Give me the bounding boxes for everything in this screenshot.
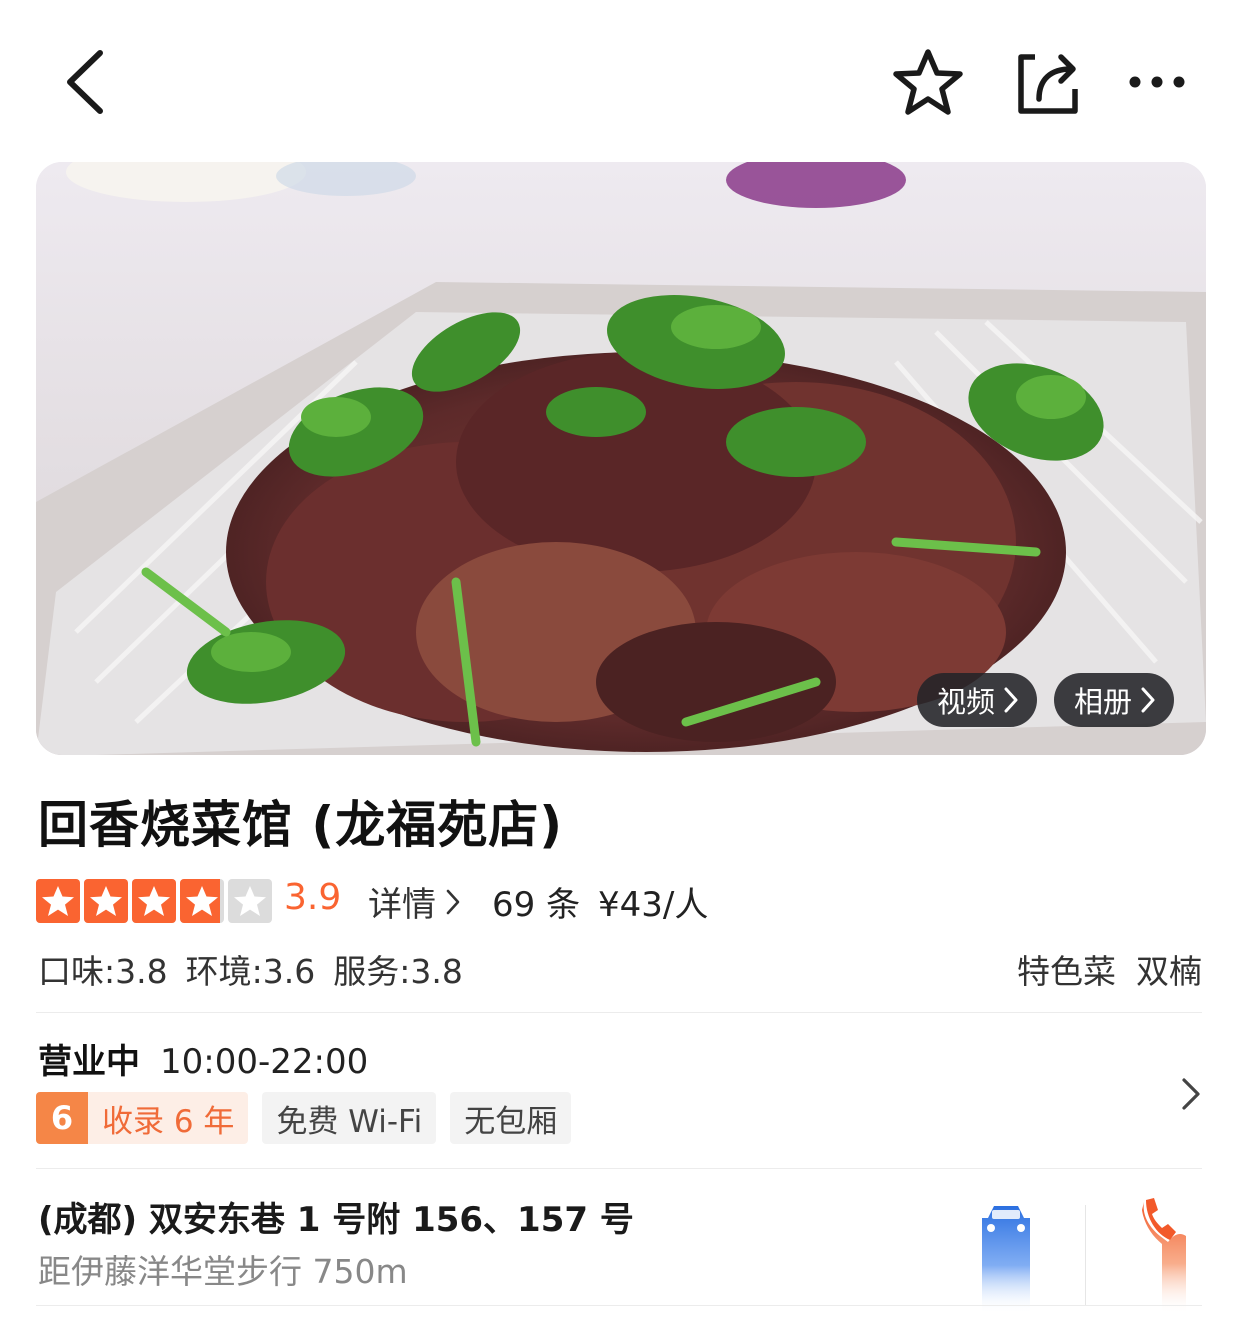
- business-hours: 10:00-22:00: [160, 1042, 369, 1082]
- back-arrow-icon[interactable]: [52, 44, 116, 120]
- shop-name: 回香烧菜馆 (龙福苑店): [38, 796, 564, 854]
- open-status: 营业中: [38, 1042, 140, 1082]
- sub-scores: 口味:3.8 环境:3.6 服务:3.8: [38, 945, 481, 993]
- divider: [36, 1012, 1202, 1013]
- listed-years-badge: 6 收录 6 年: [36, 1092, 249, 1144]
- video-label: 视频: [937, 685, 996, 719]
- walking-distance: 距伊藤洋华堂步行 750m: [38, 1252, 408, 1291]
- chevron-right-icon: [1141, 687, 1155, 713]
- environment-score: 环境:3.6: [185, 952, 316, 991]
- shop-tags: 特色菜 双楠: [997, 945, 1202, 993]
- star-favorite-icon[interactable]: [886, 44, 970, 120]
- badge-text: 收录 6 年: [102, 1103, 235, 1140]
- shop-address[interactable]: (成都) 双安东巷 1 号附 156、157 号: [38, 1192, 634, 1241]
- star-icon: [228, 879, 272, 923]
- wifi-chip: 免费 Wi-Fi: [262, 1092, 437, 1144]
- divider: [36, 1168, 1202, 1169]
- business-status: 营业中 10:00-22:00: [38, 1034, 368, 1083]
- no-private-room-chip: 无包厢: [450, 1092, 572, 1144]
- chevron-right-icon: [1004, 687, 1018, 713]
- business-info-chevron-icon[interactable]: [1176, 1076, 1204, 1116]
- dish-photo-beef-with-cilantro: [36, 162, 1206, 755]
- video-button[interactable]: 视频: [917, 673, 1038, 727]
- review-count[interactable]: 69 条: [492, 877, 580, 926]
- detail-label: 详情: [368, 885, 436, 925]
- category-tag[interactable]: 特色菜: [1017, 952, 1116, 991]
- area-tag[interactable]: 双楠: [1136, 952, 1202, 991]
- phone-call-icon[interactable]: [1140, 1196, 1190, 1318]
- star-icon: [36, 879, 80, 923]
- car-navigation-icon[interactable]: [978, 1198, 1034, 1318]
- rating-detail-link[interactable]: 详情: [368, 877, 460, 926]
- vertical-separator: [1085, 1205, 1086, 1305]
- star-icon: [180, 879, 224, 923]
- top-navigation-bar: [0, 0, 1242, 160]
- share-icon[interactable]: [1006, 42, 1086, 122]
- rating-score: 3.9: [284, 877, 342, 918]
- price-per-person: ¥43/人: [598, 885, 709, 925]
- service-score: 服务:3.8: [333, 952, 463, 991]
- feature-chips: 6 收录 6 年 免费 Wi-Fi 无包厢: [36, 1092, 572, 1144]
- album-label: 相册: [1074, 685, 1133, 719]
- hero-photo[interactable]: [36, 162, 1206, 755]
- chevron-right-icon: [446, 889, 460, 914]
- taste-score: 口味:3.8: [38, 952, 168, 991]
- badge-number: 6: [36, 1092, 88, 1144]
- star-icon: [132, 879, 176, 923]
- star-rating: [36, 879, 272, 923]
- divider: [36, 1305, 1202, 1306]
- album-button[interactable]: 相册: [1054, 673, 1175, 727]
- more-icon[interactable]: [1122, 60, 1192, 104]
- star-icon: [84, 879, 128, 923]
